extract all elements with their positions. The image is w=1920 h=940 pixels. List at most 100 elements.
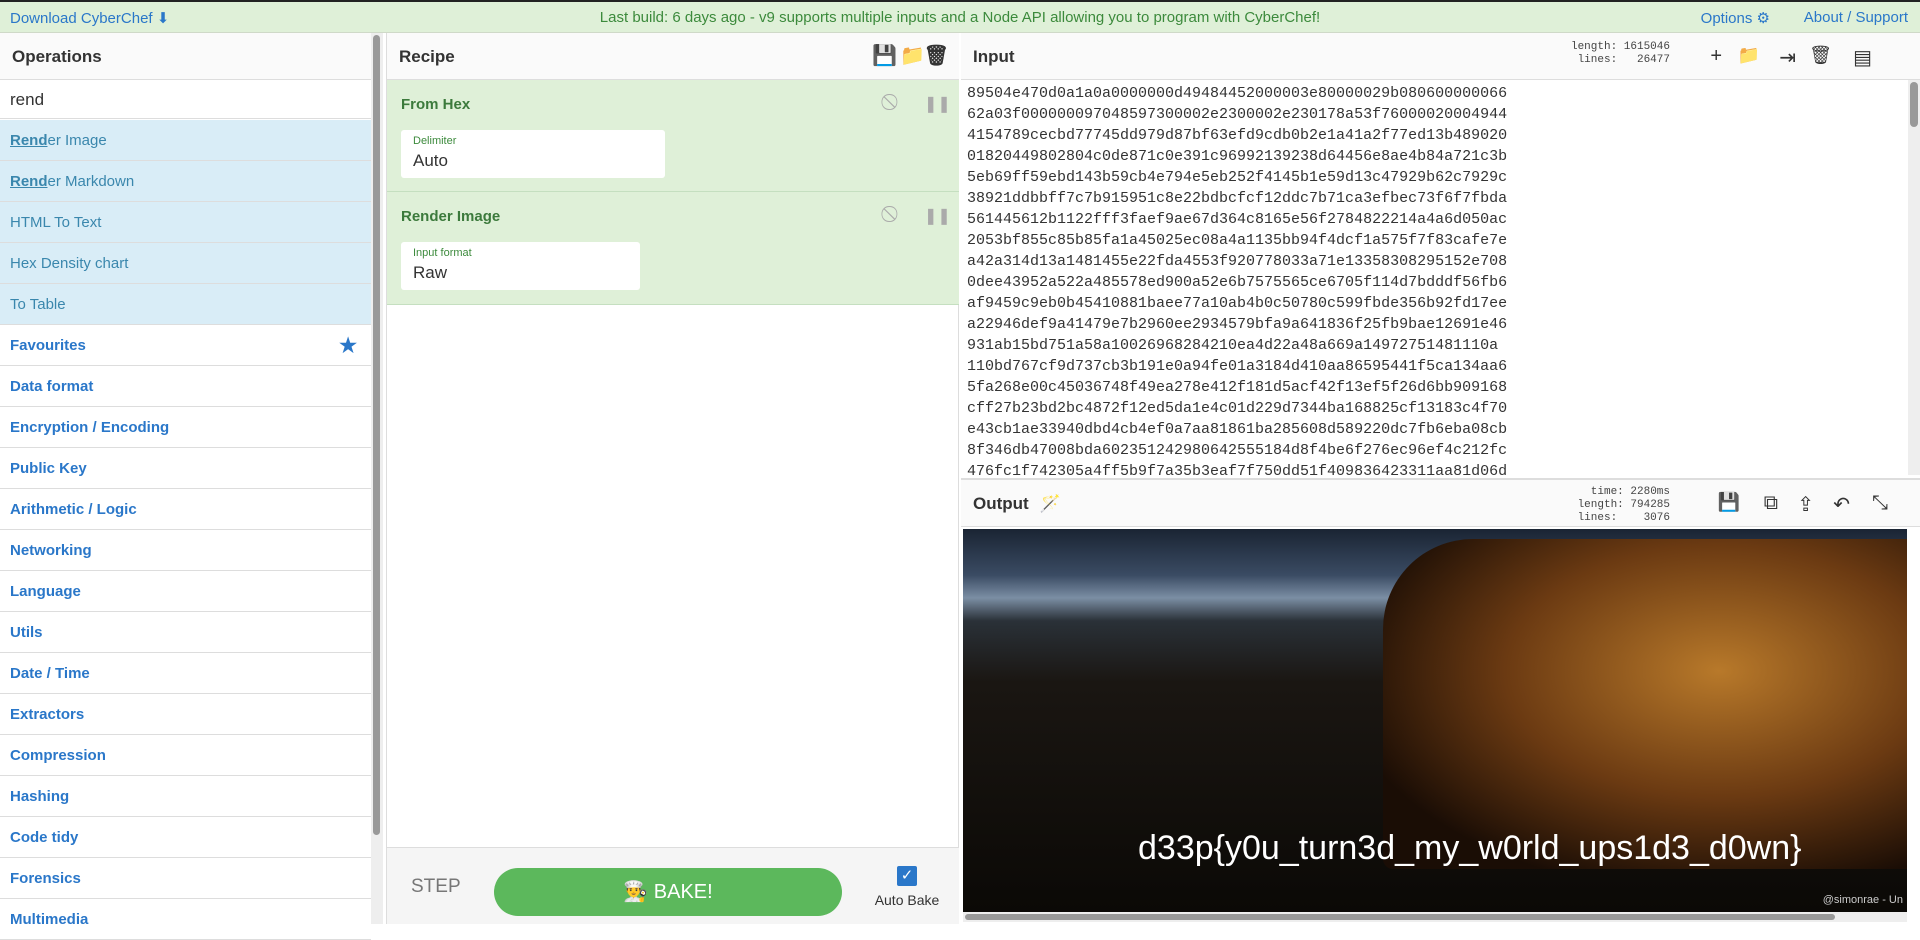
op-name: Render Image [401, 208, 501, 225]
save-output-icon[interactable]: 💾 [1718, 492, 1740, 513]
category-favourites[interactable]: Favourites ★ [0, 325, 371, 366]
category-language[interactable]: Language [0, 571, 371, 612]
options-button[interactable]: Options ⚙ [1701, 9, 1770, 27]
bake-label: BAKE! [653, 881, 713, 903]
magic-wand-icon[interactable]: 🪄 [1039, 494, 1060, 513]
open-file-icon[interactable]: ⇥ [1779, 45, 1796, 70]
category-encryption-encoding[interactable]: Encryption / Encoding [0, 407, 371, 448]
input-format-select[interactable]: Input format Raw [401, 242, 640, 290]
add-input-plus-icon[interactable]: + [1710, 45, 1722, 68]
save-recipe-icon[interactable]: 💾 [872, 43, 897, 68]
input-line: 8f346db47008bda602351242980642555184d8f4… [967, 442, 1508, 459]
clear-input-trash-icon[interactable]: 🗑 [1809, 45, 1832, 66]
operation-label: er Markdown [47, 173, 135, 190]
category-label: Data format [10, 378, 94, 395]
category-compression[interactable]: Compression [0, 735, 371, 776]
recipe-title-text: Recipe [399, 47, 455, 66]
pause-icon[interactable]: ❚❚ [924, 94, 951, 114]
clear-recipe-trash-icon[interactable]: 🗑 [924, 43, 949, 68]
output-panel: Output 🪄 time: 2280ms length: 794285 lin… [961, 478, 1920, 924]
input-line: a42a314d13a1481455e22fda4553f920778033a7… [967, 253, 1508, 270]
van-shape [1383, 539, 1907, 869]
delimiter-field[interactable]: Delimiter Auto [401, 130, 665, 178]
step-button[interactable]: STEP [411, 876, 461, 898]
category-label: Code tidy [10, 829, 79, 846]
input-line: a22946def9a41479e7b2960ee2934579bfa9a641… [967, 316, 1508, 333]
operation-label: Hex Density chart [10, 255, 129, 272]
image-flag-text: d33p{y0u_turn3d_my_w0rld_ups1d3_d0wn} [1138, 829, 1802, 867]
input-line: 01820449802804c0de871c0e391c96992139238d… [967, 148, 1508, 165]
operations-panel: Operations rend Render Image Render Markd… [0, 33, 371, 940]
chef-icon: 👨‍🍳 [623, 881, 649, 903]
category-forensics[interactable]: Forensics [0, 858, 371, 899]
category-label: Arithmetic / Logic [10, 501, 137, 518]
operation-result[interactable]: Render Markdown [0, 161, 371, 202]
auto-bake-label: Auto Bake [874, 892, 940, 908]
input-line: af9459c9eb0b45410881baee77a10ab4b0c50780… [967, 295, 1508, 312]
category-arithmetic-logic[interactable]: Arithmetic / Logic [0, 489, 371, 530]
replace-input-icon[interactable]: ⇪ [1797, 492, 1814, 517]
operations-scrollbar[interactable] [371, 33, 383, 924]
category-label: Date / Time [10, 665, 90, 682]
operation-result[interactable]: To Table [0, 284, 371, 325]
category-extractors[interactable]: Extractors [0, 694, 371, 735]
category-utils[interactable]: Utils [0, 612, 371, 653]
load-recipe-folder-icon[interactable]: 📁 [900, 43, 925, 68]
field-value: Auto [413, 151, 448, 170]
category-date-time[interactable]: Date / Time [0, 653, 371, 694]
input-line: 110bd767cf9d737cb3b191e0a94fe01a3184d410… [967, 358, 1508, 375]
pause-icon[interactable]: ❚❚ [924, 206, 951, 226]
category-public-key[interactable]: Public Key [0, 448, 371, 489]
output-title: Output [973, 494, 1029, 513]
input-textarea[interactable]: 89504e470d0a1a0a0000000d49484452000003e8… [967, 83, 1897, 475]
category-hashing[interactable]: Hashing [0, 776, 371, 817]
field-label: Delimiter [413, 135, 457, 147]
input-scrollbar[interactable] [1908, 80, 1920, 475]
input-line: 2053bf855c85b85fa1a45025ec08a4a1135bb94f… [967, 232, 1508, 249]
category-label: Hashing [10, 788, 70, 805]
operation-label: HTML To Text [10, 214, 102, 231]
operation-label: er Image [47, 132, 107, 149]
category-networking[interactable]: Networking [0, 530, 371, 571]
star-icon: ★ [339, 335, 357, 357]
input-line: 62a03f000000097048597300002e2300002e2301… [967, 106, 1508, 123]
undo-icon[interactable]: ↶ [1833, 492, 1850, 517]
operations-search-input[interactable]: rend [0, 80, 371, 119]
input-line: 476fc1f742305a4ff5b9f7a35b3eaf7f750dd51f… [967, 463, 1508, 475]
operation-result[interactable]: HTML To Text [0, 202, 371, 243]
about-support-link[interactable]: About / Support [1804, 9, 1908, 26]
bake-button[interactable]: 👨‍🍳 BAKE! [494, 868, 842, 916]
image-watermark: @simonrae - Un [1822, 894, 1903, 906]
recipe-op-render-image[interactable]: Render Image ⃠ ❚❚ Input formatRaw [387, 192, 959, 305]
input-line: 5fa268e00c45036748f49ea278e412f181d5acf4… [967, 379, 1508, 396]
bake-bar: STEP 👨‍🍳 BAKE! ✓ Auto Bake [387, 847, 959, 924]
options-label: Options [1700, 10, 1753, 27]
auto-bake-toggle[interactable]: ✓ Auto Bake [867, 866, 947, 908]
category-label: Favourites [10, 337, 86, 354]
category-label: Encryption / Encoding [10, 419, 170, 436]
scrollbar-thumb[interactable] [965, 914, 1835, 920]
copy-output-icon[interactable]: ⧉ [1764, 492, 1778, 515]
scrollbar-thumb[interactable] [373, 35, 380, 835]
operation-label: To Table [10, 296, 66, 313]
category-multimedia[interactable]: Multimedia [0, 899, 371, 940]
input-header: Input [961, 33, 1920, 80]
operation-result[interactable]: Hex Density chart [0, 243, 371, 284]
category-label: Utils [10, 624, 43, 641]
open-folder-icon[interactable]: 📁 [1738, 45, 1760, 66]
reset-layout-icon[interactable]: ▤ [1853, 45, 1872, 70]
category-code-tidy[interactable]: Code tidy [0, 817, 371, 858]
auto-bake-checkbox[interactable]: ✓ [897, 866, 917, 886]
input-line: 38921ddbbff7c7b915951c8e22bdbcfcf12ddc7b… [967, 190, 1508, 207]
recipe-op-from-hex[interactable]: From Hex ⃠ ❚❚ DelimiterAuto [387, 80, 959, 192]
category-label: Extractors [10, 706, 85, 723]
maximize-output-icon[interactable]: ⤡ [1872, 492, 1888, 515]
build-message[interactable]: Last build: 6 days ago - v9 supports mul… [0, 9, 1920, 26]
operation-result[interactable]: Render Image [0, 120, 371, 161]
output-scrollbar[interactable] [963, 912, 1907, 922]
gear-icon: ⚙ [1756, 10, 1770, 27]
output-stats: time: 2280ms length: 794285 lines: 3076 [1577, 486, 1670, 524]
rendered-output-image: d33p{y0u_turn3d_my_w0rld_ups1d3_d0wn} @s… [963, 529, 1907, 912]
scrollbar-thumb[interactable] [1910, 82, 1918, 127]
category-data-format[interactable]: Data format [0, 366, 371, 407]
